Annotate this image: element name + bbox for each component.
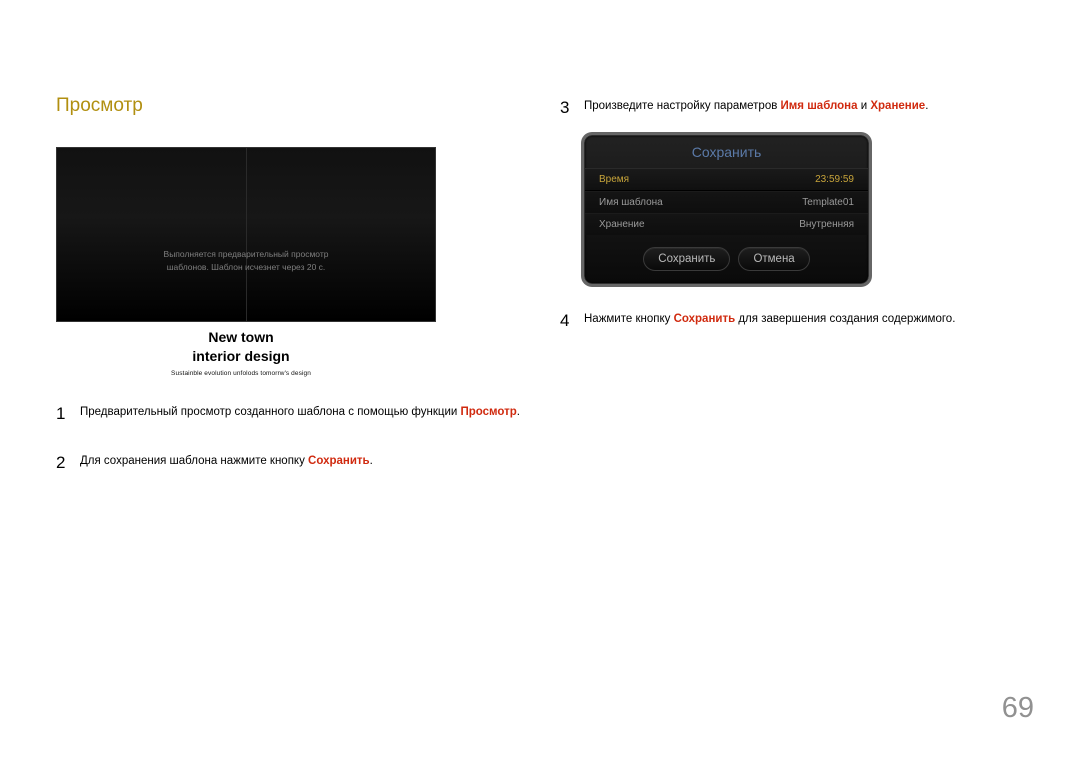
preview-screenshot: Выполняется предварительный просмотр шаб… — [56, 147, 436, 322]
step3-dot: . — [925, 100, 928, 112]
row-label: Время — [599, 174, 629, 185]
keyword-save: Сохранить — [308, 455, 370, 467]
step-3: 3 Произведите настройку параметров Имя ш… — [560, 95, 1024, 121]
preview-toast: Выполняется предварительный просмотр шаб… — [164, 248, 329, 274]
step4-text-a: Нажмите кнопку — [584, 313, 674, 325]
preview-toast-line2: шаблонов. Шаблон исчезнет через 20 с. — [164, 261, 329, 274]
step-number: 1 — [56, 401, 80, 427]
row-value: 23:59:59 — [815, 174, 854, 185]
step-number: 4 — [560, 308, 584, 334]
step-2: 2 Для сохранения шаблона нажмите кнопку … — [56, 450, 520, 476]
keyword-save: Сохранить — [674, 313, 736, 325]
save-dialog: Сохранить Время 23:59:59 Имя шаблона Tem… — [584, 135, 869, 284]
caption-line1: New town — [56, 328, 426, 347]
step3-text-a: Произведите настройку параметров — [584, 100, 781, 112]
step3-mid: и — [858, 100, 871, 112]
keyword-preview: Просмотр — [460, 406, 516, 418]
dialog-row-storage[interactable]: Хранение Внутренняя — [585, 213, 868, 235]
step-text: Нажмите кнопку Сохранить для завершения … — [584, 308, 1024, 328]
keyword-template-name: Имя шаблона — [781, 100, 858, 112]
step-text: Предварительный просмотр созданного шабл… — [80, 401, 520, 421]
step1-text-a: Предварительный просмотр созданного шабл… — [80, 406, 460, 418]
step-number: 3 — [560, 95, 584, 121]
step1-dot: . — [517, 406, 520, 418]
cancel-button[interactable]: Отмена — [738, 247, 809, 271]
section-title: Просмотр — [56, 95, 520, 117]
step-4: 4 Нажмите кнопку Сохранить для завершени… — [560, 308, 1024, 334]
step4-text-b: для завершения создания содержимого. — [735, 313, 955, 325]
keyword-storage: Хранение — [870, 100, 925, 112]
caption-line2: interior design — [56, 347, 426, 366]
page-number: 69 — [1002, 692, 1034, 725]
dialog-row-template-name[interactable]: Имя шаблона Template01 — [585, 191, 868, 213]
row-label: Имя шаблона — [599, 197, 663, 208]
step-text: Произведите настройку параметров Имя шаб… — [584, 95, 1024, 115]
dialog-row-time[interactable]: Время 23:59:59 — [585, 168, 868, 191]
preview-divider — [246, 148, 247, 321]
row-value: Внутренняя — [799, 219, 854, 230]
step2-text-a: Для сохранения шаблона нажмите кнопку — [80, 455, 308, 467]
step-number: 2 — [56, 450, 80, 476]
row-value: Template01 — [802, 197, 854, 208]
step-text: Для сохранения шаблона нажмите кнопку Со… — [80, 450, 520, 470]
dialog-title: Сохранить — [585, 144, 868, 160]
preview-caption: New town interior design Sustainble evol… — [56, 328, 426, 377]
step-1: 1 Предварительный просмотр созданного ша… — [56, 401, 520, 427]
step2-dot: . — [370, 455, 373, 467]
row-label: Хранение — [599, 219, 645, 230]
caption-sub: Sustainble evolution unfolods tomorrw's … — [56, 370, 426, 377]
save-button[interactable]: Сохранить — [643, 247, 730, 271]
preview-toast-line1: Выполняется предварительный просмотр — [164, 248, 329, 261]
